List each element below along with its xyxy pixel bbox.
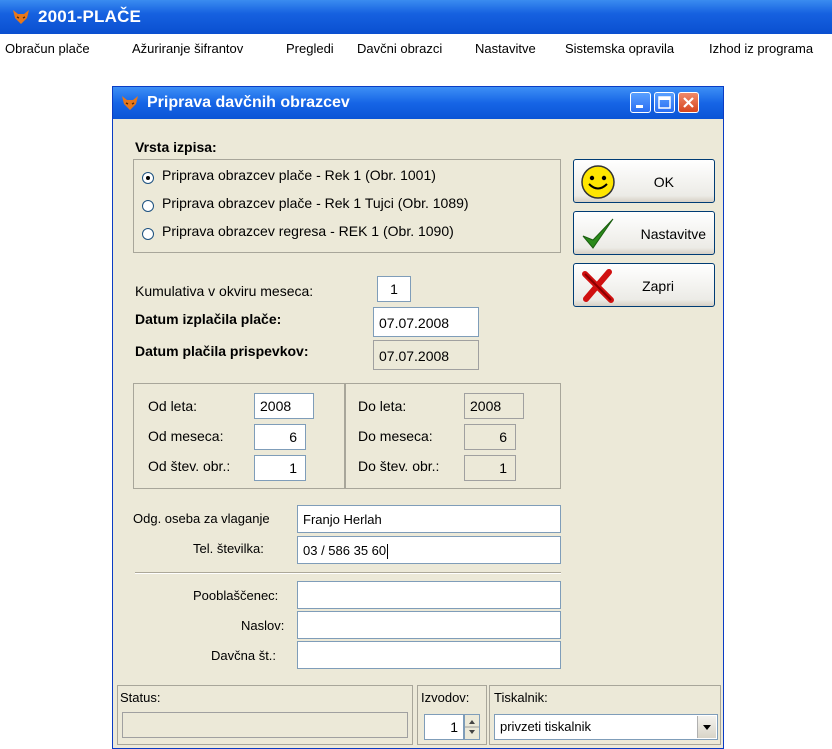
do-meseca-input: 6 — [464, 424, 516, 450]
menu-davcni-obrazci[interactable]: Davčni obrazci — [357, 41, 442, 56]
izvodov-spinner[interactable] — [464, 714, 480, 740]
dialog-priprava-davcnih-obrazcev: Priprava davčnih obrazcev Vrsta izpisa: … — [112, 86, 724, 749]
radio-rek1-label[interactable]: Priprava obrazcev plače - Rek 1 (Obr. 10… — [162, 167, 436, 183]
dropdown-arrow-icon — [703, 725, 711, 730]
do-group: Do leta: 2008 Do meseca: 6 Do štev. obr.… — [345, 383, 561, 489]
izvodov-panel: Izvodov: 1 — [417, 685, 487, 745]
kumulativa-input[interactable]: 1 — [377, 276, 411, 302]
smiley-icon — [581, 165, 615, 199]
radio-rek1[interactable] — [142, 172, 154, 184]
izvodov-label: Izvodov: — [421, 690, 470, 705]
tiskalnik-panel: Tiskalnik: privzeti tiskalnik — [489, 685, 721, 745]
datum-izplacila-input[interactable]: 07.07.2008 — [373, 307, 479, 337]
menu-sistemska-opravila[interactable]: Sistemska opravila — [565, 41, 674, 56]
status-value — [122, 712, 408, 738]
radio-rek1-tujci[interactable] — [142, 200, 154, 212]
pooblascenec-input[interactable] — [297, 581, 561, 609]
app-title: 2001-PLAČE — [38, 7, 142, 26]
tel-label: Tel. številka: — [193, 541, 264, 556]
tiskalnik-select[interactable]: privzeti tiskalnik — [494, 714, 718, 740]
dialog-title: Priprava davčnih obrazcev — [147, 94, 350, 111]
text-caret — [387, 544, 389, 560]
red-x-icon — [582, 269, 614, 303]
menu-pregledi[interactable]: Pregledi — [286, 41, 334, 56]
nastavitve-button[interactable]: Nastavitve — [573, 211, 715, 255]
status-panel: Status: — [117, 685, 413, 745]
datum-izplacila-label: Datum izplačila plače: — [135, 311, 282, 327]
menu-bar: Obračun plače Ažuriranje šifrantov Pregl… — [0, 38, 832, 60]
menu-izhod[interactable]: Izhod iz programa — [709, 41, 813, 56]
pooblascenec-label: Pooblaščenec: — [193, 588, 279, 603]
od-stev-label: Od štev. obr.: — [148, 458, 231, 474]
dropdown-button[interactable] — [697, 716, 716, 738]
od-group: Od leta: 2008 Od meseca: 6 Od štev. obr.… — [133, 383, 345, 489]
nastavitve-button-label: Nastavitve — [640, 226, 706, 242]
menu-azuriranje-sifrantov[interactable]: Ažuriranje šifrantov — [132, 41, 243, 56]
od-leta-input[interactable]: 2008 — [254, 393, 314, 419]
kumulativa-label: Kumulativa v okviru meseca: — [135, 283, 314, 299]
close-icon — [683, 97, 694, 108]
fox-icon — [122, 96, 138, 110]
separator — [135, 572, 561, 574]
maximize-button[interactable] — [654, 92, 675, 113]
ok-button[interactable]: OK — [573, 159, 715, 203]
do-leta-label: Do leta: — [358, 398, 407, 414]
do-leta-input: 2008 — [464, 393, 524, 419]
zapri-button[interactable]: Zapri — [573, 263, 715, 307]
ok-button-label: OK — [653, 174, 674, 190]
do-stev-label: Do štev. obr.: — [358, 458, 440, 474]
tiskalnik-value: privzeti tiskalnik — [500, 719, 592, 734]
naslov-label: Naslov: — [241, 618, 285, 633]
vrsta-izpisa-group: Priprava obrazcev plače - Rek 1 (Obr. 10… — [133, 159, 561, 253]
od-leta-label: Od leta: — [148, 398, 198, 414]
tel-input[interactable]: 03 / 586 35 60 — [297, 536, 561, 564]
davcna-label: Davčna št.: — [211, 648, 277, 663]
naslov-input[interactable] — [297, 611, 561, 639]
status-label: Status: — [120, 690, 161, 705]
radio-regres[interactable] — [142, 228, 154, 240]
od-stev-input[interactable]: 1 — [254, 455, 306, 481]
fox-icon — [13, 10, 29, 24]
radio-rek1-tujci-label[interactable]: Priprava obrazcev plače - Rek 1 Tujci (O… — [162, 195, 469, 211]
davcna-input[interactable] — [297, 641, 561, 669]
datum-placila-input: 07.07.2008 — [373, 340, 479, 370]
spin-down-icon — [469, 730, 475, 734]
od-meseca-input[interactable]: 6 — [254, 424, 306, 450]
zapri-button-label: Zapri — [642, 278, 674, 294]
tel-value: 03 / 586 35 60 — [303, 543, 387, 558]
checkmark-icon — [582, 218, 614, 249]
vrsta-izpisa-label: Vrsta izpisa: — [135, 139, 217, 155]
odg-oseba-label: Odg. oseba za vlaganje — [133, 511, 270, 526]
izvodov-input[interactable]: 1 — [424, 714, 464, 740]
datum-placila-label: Datum plačila prispevkov: — [135, 343, 309, 359]
minimize-button[interactable] — [630, 92, 651, 113]
dialog-titlebar[interactable]: Priprava davčnih obrazcev — [113, 87, 723, 119]
do-stev-input: 1 — [464, 455, 516, 481]
odg-oseba-input[interactable]: Franjo Herlah — [297, 505, 561, 533]
maximize-icon — [658, 96, 671, 109]
menu-obracun-place[interactable]: Obračun plače — [5, 41, 90, 56]
radio-regres-label[interactable]: Priprava obrazcev regresa - REK 1 (Obr. … — [162, 223, 454, 239]
minimize-icon — [636, 105, 643, 108]
od-meseca-label: Od meseca: — [148, 428, 224, 444]
do-meseca-label: Do meseca: — [358, 428, 433, 444]
app-titlebar: 2001-PLAČE — [0, 0, 832, 34]
tiskalnik-label: Tiskalnik: — [494, 690, 548, 705]
close-button[interactable] — [678, 92, 699, 113]
menu-nastavitve[interactable]: Nastavitve — [475, 41, 536, 56]
spin-up-icon[interactable] — [465, 715, 479, 739]
